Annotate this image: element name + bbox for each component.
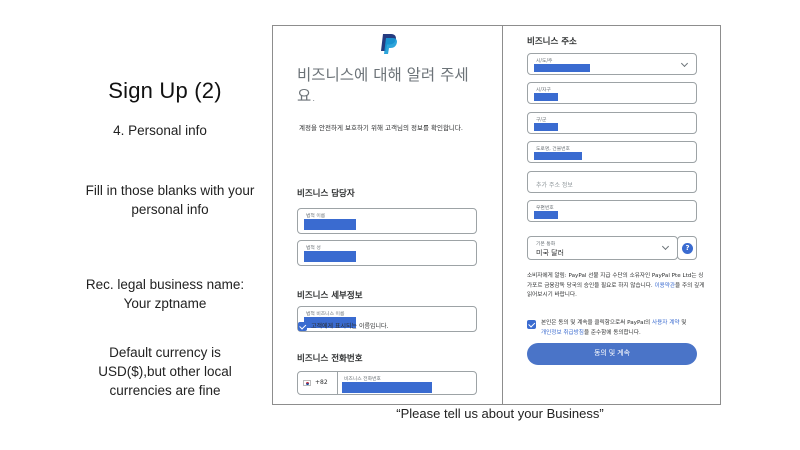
extra-address-field[interactable]: 추가 주소 정보 <box>527 171 697 193</box>
help-icon[interactable]: ? <box>682 243 693 254</box>
chevron-down-icon <box>661 242 670 251</box>
redacted-value <box>534 211 558 219</box>
agreement-text: 및 <box>679 320 687 326</box>
field-label: 법적 비즈니스 이름 <box>306 312 345 317</box>
page-heading: 비즈니스에 대해 알려 주세요. <box>297 66 469 105</box>
phone-section-title: 비즈니스 전화번호 <box>297 354 363 364</box>
extra-address-placeholder: 추가 주소 정보 <box>536 182 573 189</box>
redacted-value <box>304 219 356 230</box>
agreement-text: 을 준수함에 동의합니다. <box>583 329 641 336</box>
province-select[interactable]: 시/도/주 <box>527 53 697 75</box>
field-label: 법적 이름 <box>306 214 326 219</box>
field-label: 시/자구 <box>536 88 551 93</box>
agreement-label: 본인은 동의 및 계속을 클릭함으로써 PayPal의 사용자 계약 및 개인정… <box>541 319 691 338</box>
redacted-value <box>534 123 558 131</box>
redacted-value <box>304 251 356 262</box>
address-section-title: 비즈니스 주소 <box>527 37 577 47</box>
currency-select[interactable]: 기본 통화 미국 달러 <box>527 236 678 260</box>
country-code: +82 <box>315 379 328 386</box>
agree-continue-button[interactable]: 동의 및 계속 <box>527 343 697 365</box>
city-field[interactable]: 시/자구 <box>527 82 697 104</box>
agreement-checkbox[interactable] <box>527 320 536 329</box>
country-code-select[interactable]: +82 <box>298 372 338 394</box>
paypal-logo-icon <box>381 34 398 54</box>
chevron-down-icon <box>680 59 689 68</box>
slide: Sign Up (2) 4. Personal info Fill in tho… <box>0 0 800 450</box>
redacted-value <box>534 152 582 160</box>
redacted-value <box>342 382 432 393</box>
privacy-policy-link[interactable]: 개인정보 취급방침 <box>541 330 584 336</box>
currency-note: Default currency is USD($),but other loc… <box>98 345 232 398</box>
screenshot-caption: “Please tell us about your Business” <box>396 406 604 421</box>
form-panel-right: 비즈니스 주소 시/도/주 시/자구 구/군 도로명, 건물번호 추가 주소 정… <box>502 25 721 405</box>
step-label: 4. Personal info <box>113 123 207 138</box>
last-name-field[interactable]: 법적 성 <box>297 240 477 266</box>
details-section-title: 비즈니스 세부정보 <box>297 291 363 301</box>
form-panel-left: 비즈니스에 대해 알려 주세요. 계정을 안전하게 보호하기 위해 고객님의 정… <box>272 25 503 405</box>
consumer-notice: 소비자에게 알림: PayPal 선불 지급 수단의 소유자인 PayPal P… <box>527 272 705 301</box>
currency-value: 미국 달러 <box>536 249 564 257</box>
field-label: 도로명, 건물번호 <box>536 147 570 152</box>
district-field[interactable]: 구/군 <box>527 112 697 134</box>
display-name-checkbox[interactable] <box>298 322 307 331</box>
agreement-text: 본인은 동의 및 계속을 클릭함으로써 PayPal의 <box>541 320 652 326</box>
korea-flag-icon <box>303 380 311 386</box>
redacted-value <box>534 93 558 101</box>
user-agreement-link[interactable]: 사용자 계약 <box>652 320 680 326</box>
field-label: 법적 성 <box>306 246 321 251</box>
street-address-field[interactable]: 도로명, 건물번호 <box>527 141 697 163</box>
field-label: 비즈니스 전화번호 <box>344 377 381 382</box>
business-phone-field[interactable]: +82 비즈니스 전화번호 <box>297 371 477 395</box>
postal-code-field[interactable]: 우편번호 <box>527 200 697 222</box>
field-label: 구/군 <box>536 118 547 123</box>
intro-text: 계정을 안전하게 보호하기 위해 고객님의 정보를 확인합니다. <box>299 124 463 132</box>
contact-section-title: 비즈니스 담당자 <box>297 189 355 199</box>
redacted-value <box>534 64 590 72</box>
slide-title: Sign Up (2) <box>108 78 222 103</box>
legal-name-note: Rec. legal business name: Your zptname <box>85 277 245 311</box>
instruction-note: Fill in those blanks with your personal … <box>85 183 255 217</box>
field-label: 시/도/주 <box>536 59 553 64</box>
terms-link[interactable]: 이용약관 <box>654 283 675 289</box>
field-label: 우편번호 <box>536 206 554 211</box>
currency-help-box: ? <box>677 236 697 260</box>
field-label: 기본 통화 <box>536 242 556 247</box>
display-name-checkbox-label: 고객에게 표시되는 이름입니다. <box>311 323 389 330</box>
first-name-field[interactable]: 법적 이름 <box>297 208 477 234</box>
